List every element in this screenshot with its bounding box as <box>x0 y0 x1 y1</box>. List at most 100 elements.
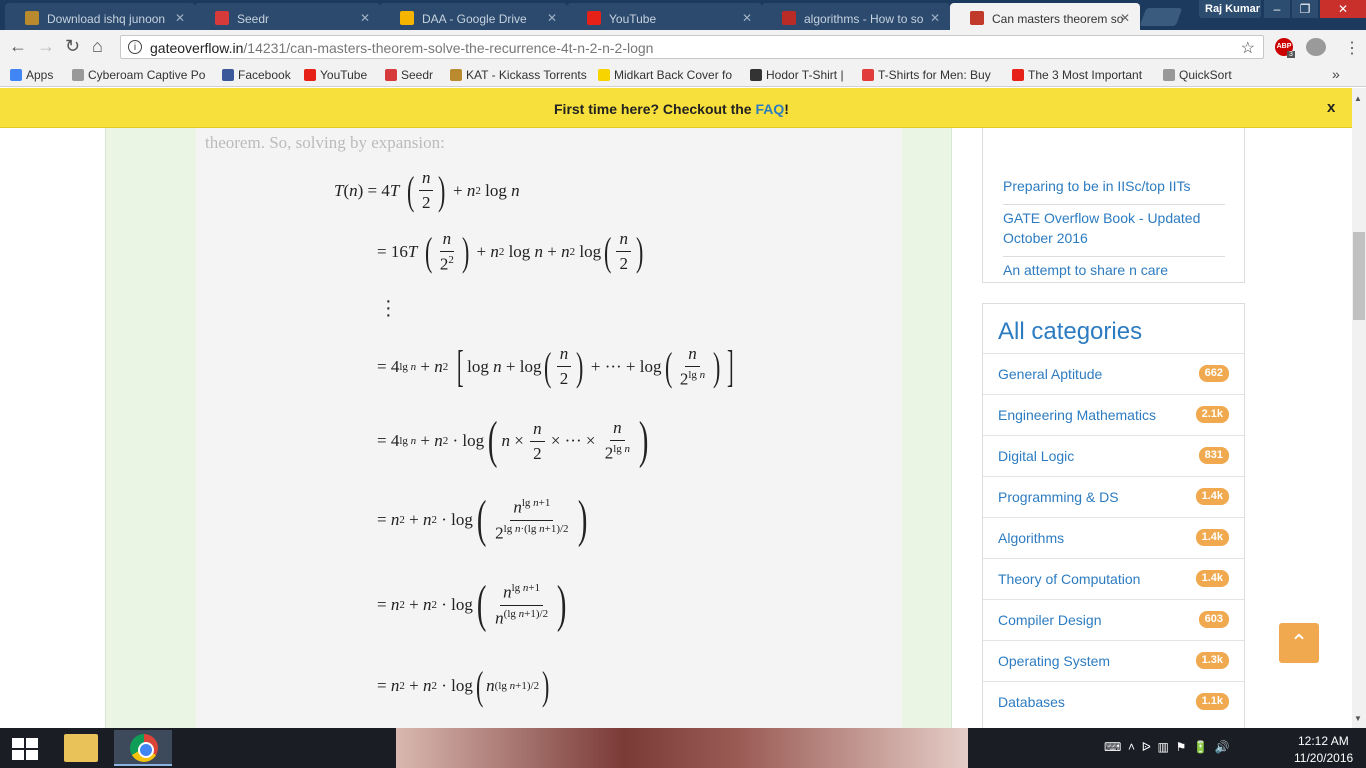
back-icon[interactable]: ← <box>9 36 27 56</box>
tab-title: YouTube <box>609 12 657 26</box>
bookmark-item[interactable]: Facebook <box>222 68 297 82</box>
category-row[interactable]: Theory of Computation 1.4k <box>983 558 1244 599</box>
category-name[interactable]: Compiler Design <box>998 612 1101 628</box>
windows-start-icon[interactable] <box>12 738 38 760</box>
category-row[interactable]: Operating System 1.3k <box>983 640 1244 681</box>
scroll-down-icon[interactable]: ▼ <box>1354 714 1362 723</box>
tab-title: Download ishq junoon <box>47 12 166 26</box>
category-name[interactable]: Programming & DS <box>998 489 1119 505</box>
facebook-icon <box>222 69 234 81</box>
recent-post-link[interactable]: GATE Overflow Book - Updated October 201… <box>1003 208 1225 257</box>
extension-icon[interactable] <box>1306 38 1326 56</box>
category-count-badge: 1.4k <box>1195 570 1229 587</box>
seedr-icon <box>215 11 229 25</box>
category-row[interactable]: Algorithms 1.4k <box>983 517 1244 558</box>
profile-button[interactable]: Raj Kumar <box>1199 0 1261 18</box>
reload-icon[interactable]: ↻ <box>65 36 80 56</box>
scroll-to-top-button[interactable]: ⌃ <box>1279 623 1319 663</box>
answer-body <box>196 88 902 728</box>
category-name[interactable]: Operating System <box>998 653 1110 669</box>
bookmark-star-icon[interactable]: ☆ <box>1241 38 1255 58</box>
equation-line-4: = 4 lg n + n2 · log(n × n2 × ··· × n 2lg n… <box>377 412 649 469</box>
category-count-badge: 1.4k <box>1195 488 1229 505</box>
bookmarks-overflow-icon[interactable]: » <box>1332 66 1340 82</box>
quora-icon <box>782 11 796 25</box>
new-tab-button[interactable] <box>1139 8 1183 26</box>
bookmark-item[interactable]: KAT - Kickass Torrents <box>450 68 590 82</box>
adblock-count-badge: 3 <box>1287 51 1295 58</box>
banner-text: First time here? Checkout the <box>554 101 756 117</box>
category-count-badge: 1.1k <box>1195 693 1229 710</box>
bookmark-item[interactable]: Midkart Back Cover fo <box>598 68 743 82</box>
category-row[interactable]: Engineering Mathematics 2.1k <box>983 394 1244 435</box>
tab-title: algorithms - How to so <box>804 12 924 26</box>
tab-4[interactable]: YouTube ✕ <box>567 3 762 30</box>
category-count-badge: 1.4k <box>1195 529 1229 546</box>
category-name[interactable]: Engineering Mathematics <box>998 407 1156 423</box>
tab-close-icon[interactable]: ✕ <box>547 11 557 25</box>
bookmark-item[interactable]: Cyberoam Captive Po <box>72 68 212 82</box>
minimize-icon[interactable]: – <box>1264 0 1290 18</box>
category-name[interactable]: Theory of Computation <box>998 571 1140 587</box>
category-name[interactable]: Digital Logic <box>998 448 1074 464</box>
bookmark-item[interactable]: QuickSort <box>1163 68 1243 82</box>
bookmark-item[interactable]: T-Shirts for Men: Buy <box>862 68 1002 82</box>
bookmark-label: YouTube <box>320 68 368 82</box>
bookmark-item[interactable]: Seedr <box>385 68 443 82</box>
clock-date[interactable]: 11/20/2016 <box>1294 751 1353 765</box>
category-name[interactable]: General Aptitude <box>998 366 1102 382</box>
restore-icon[interactable]: ❐ <box>1292 0 1318 18</box>
tab-3[interactable]: DAA - Google Drive ✕ <box>380 3 567 30</box>
tab-5[interactable]: algorithms - How to so ✕ <box>762 3 950 30</box>
tab-close-icon[interactable]: ✕ <box>360 11 370 25</box>
tab-2[interactable]: Seedr ✕ <box>195 3 380 30</box>
tab-close-icon[interactable]: ✕ <box>1120 11 1130 25</box>
system-tray[interactable]: ⌨ ˄ ᐉ ▥ ⚑ 🔋 🔊 <box>1104 740 1230 754</box>
category-row[interactable]: Compiler Design 603 <box>983 599 1244 640</box>
equation-line-5: = n2 + n2 · log(nlg n+1 2lg n·(lg n+1)/2) <box>377 491 587 548</box>
chrome-menu-icon[interactable]: ⋮ <box>1344 38 1360 58</box>
home-icon[interactable]: ⌂ <box>92 36 103 56</box>
close-window-icon[interactable]: ✕ <box>1320 0 1366 18</box>
forward-icon[interactable]: → <box>37 36 55 56</box>
page-icon <box>1163 69 1175 81</box>
recent-posts-widget: Preparing to be in IISc/top IITs GATE Ove… <box>982 108 1245 283</box>
url-host: gateoverflow.in <box>150 40 244 56</box>
bookmark-label: Facebook <box>238 68 291 82</box>
youtube-icon <box>1012 69 1024 81</box>
tab-1[interactable]: Download ishq junoon ✕ <box>5 3 195 30</box>
category-row[interactable]: Digital Logic 831 <box>983 435 1244 476</box>
main-column <box>105 88 952 728</box>
bookmark-item[interactable]: The 3 Most Important <box>1012 68 1152 82</box>
category-row[interactable]: General Aptitude 662 <box>983 353 1244 394</box>
categories-title: All categories <box>998 318 1143 345</box>
bookmark-item[interactable]: Apps <box>10 68 65 82</box>
scrollbar[interactable] <box>1352 88 1366 728</box>
category-name[interactable]: Databases <box>998 694 1065 710</box>
bookmark-label: Apps <box>26 68 54 82</box>
address-bar[interactable]: i gateoverflow.in/14231/can-masters-theo… <box>120 35 1264 59</box>
banner-close-button[interactable]: x <box>1327 99 1335 116</box>
file-explorer-icon[interactable] <box>64 734 98 762</box>
tab-close-icon[interactable]: ✕ <box>175 11 185 25</box>
tab-close-icon[interactable]: ✕ <box>930 11 940 25</box>
category-row[interactable]: Databases 1.1k <box>983 681 1244 722</box>
bookmark-label: T-Shirts for Men: Buy <box>878 68 991 82</box>
scroll-up-icon[interactable]: ▲ <box>1354 94 1362 103</box>
info-icon[interactable]: i <box>128 40 142 54</box>
category-row[interactable]: Programming & DS 1.4k <box>983 476 1244 517</box>
equation-line-6: = n2 + n2 · log(nlg n+1 n(lg n+1)/2) <box>377 576 567 633</box>
recent-post-link[interactable]: Preparing to be in IISc/top IITs <box>1003 176 1225 205</box>
chrome-icon <box>130 734 158 762</box>
bookmark-item[interactable]: Hodor T-Shirt | <box>750 68 855 82</box>
clock-time[interactable]: 12:12 AM <box>1298 734 1349 748</box>
bookmark-label: QuickSort <box>1179 68 1232 82</box>
tab-close-icon[interactable]: ✕ <box>742 11 752 25</box>
bookmark-item[interactable]: YouTube <box>304 68 376 82</box>
category-name[interactable]: Algorithms <box>998 530 1064 546</box>
faq-link[interactable]: FAQ <box>755 101 784 117</box>
tab-6[interactable]: Can masters theorem so ✕ <box>950 3 1140 30</box>
category-count-badge: 662 <box>1198 365 1229 382</box>
scrollbar-thumb[interactable] <box>1353 232 1365 320</box>
recent-post-link[interactable]: An attempt to share n care <box>1003 260 1225 288</box>
